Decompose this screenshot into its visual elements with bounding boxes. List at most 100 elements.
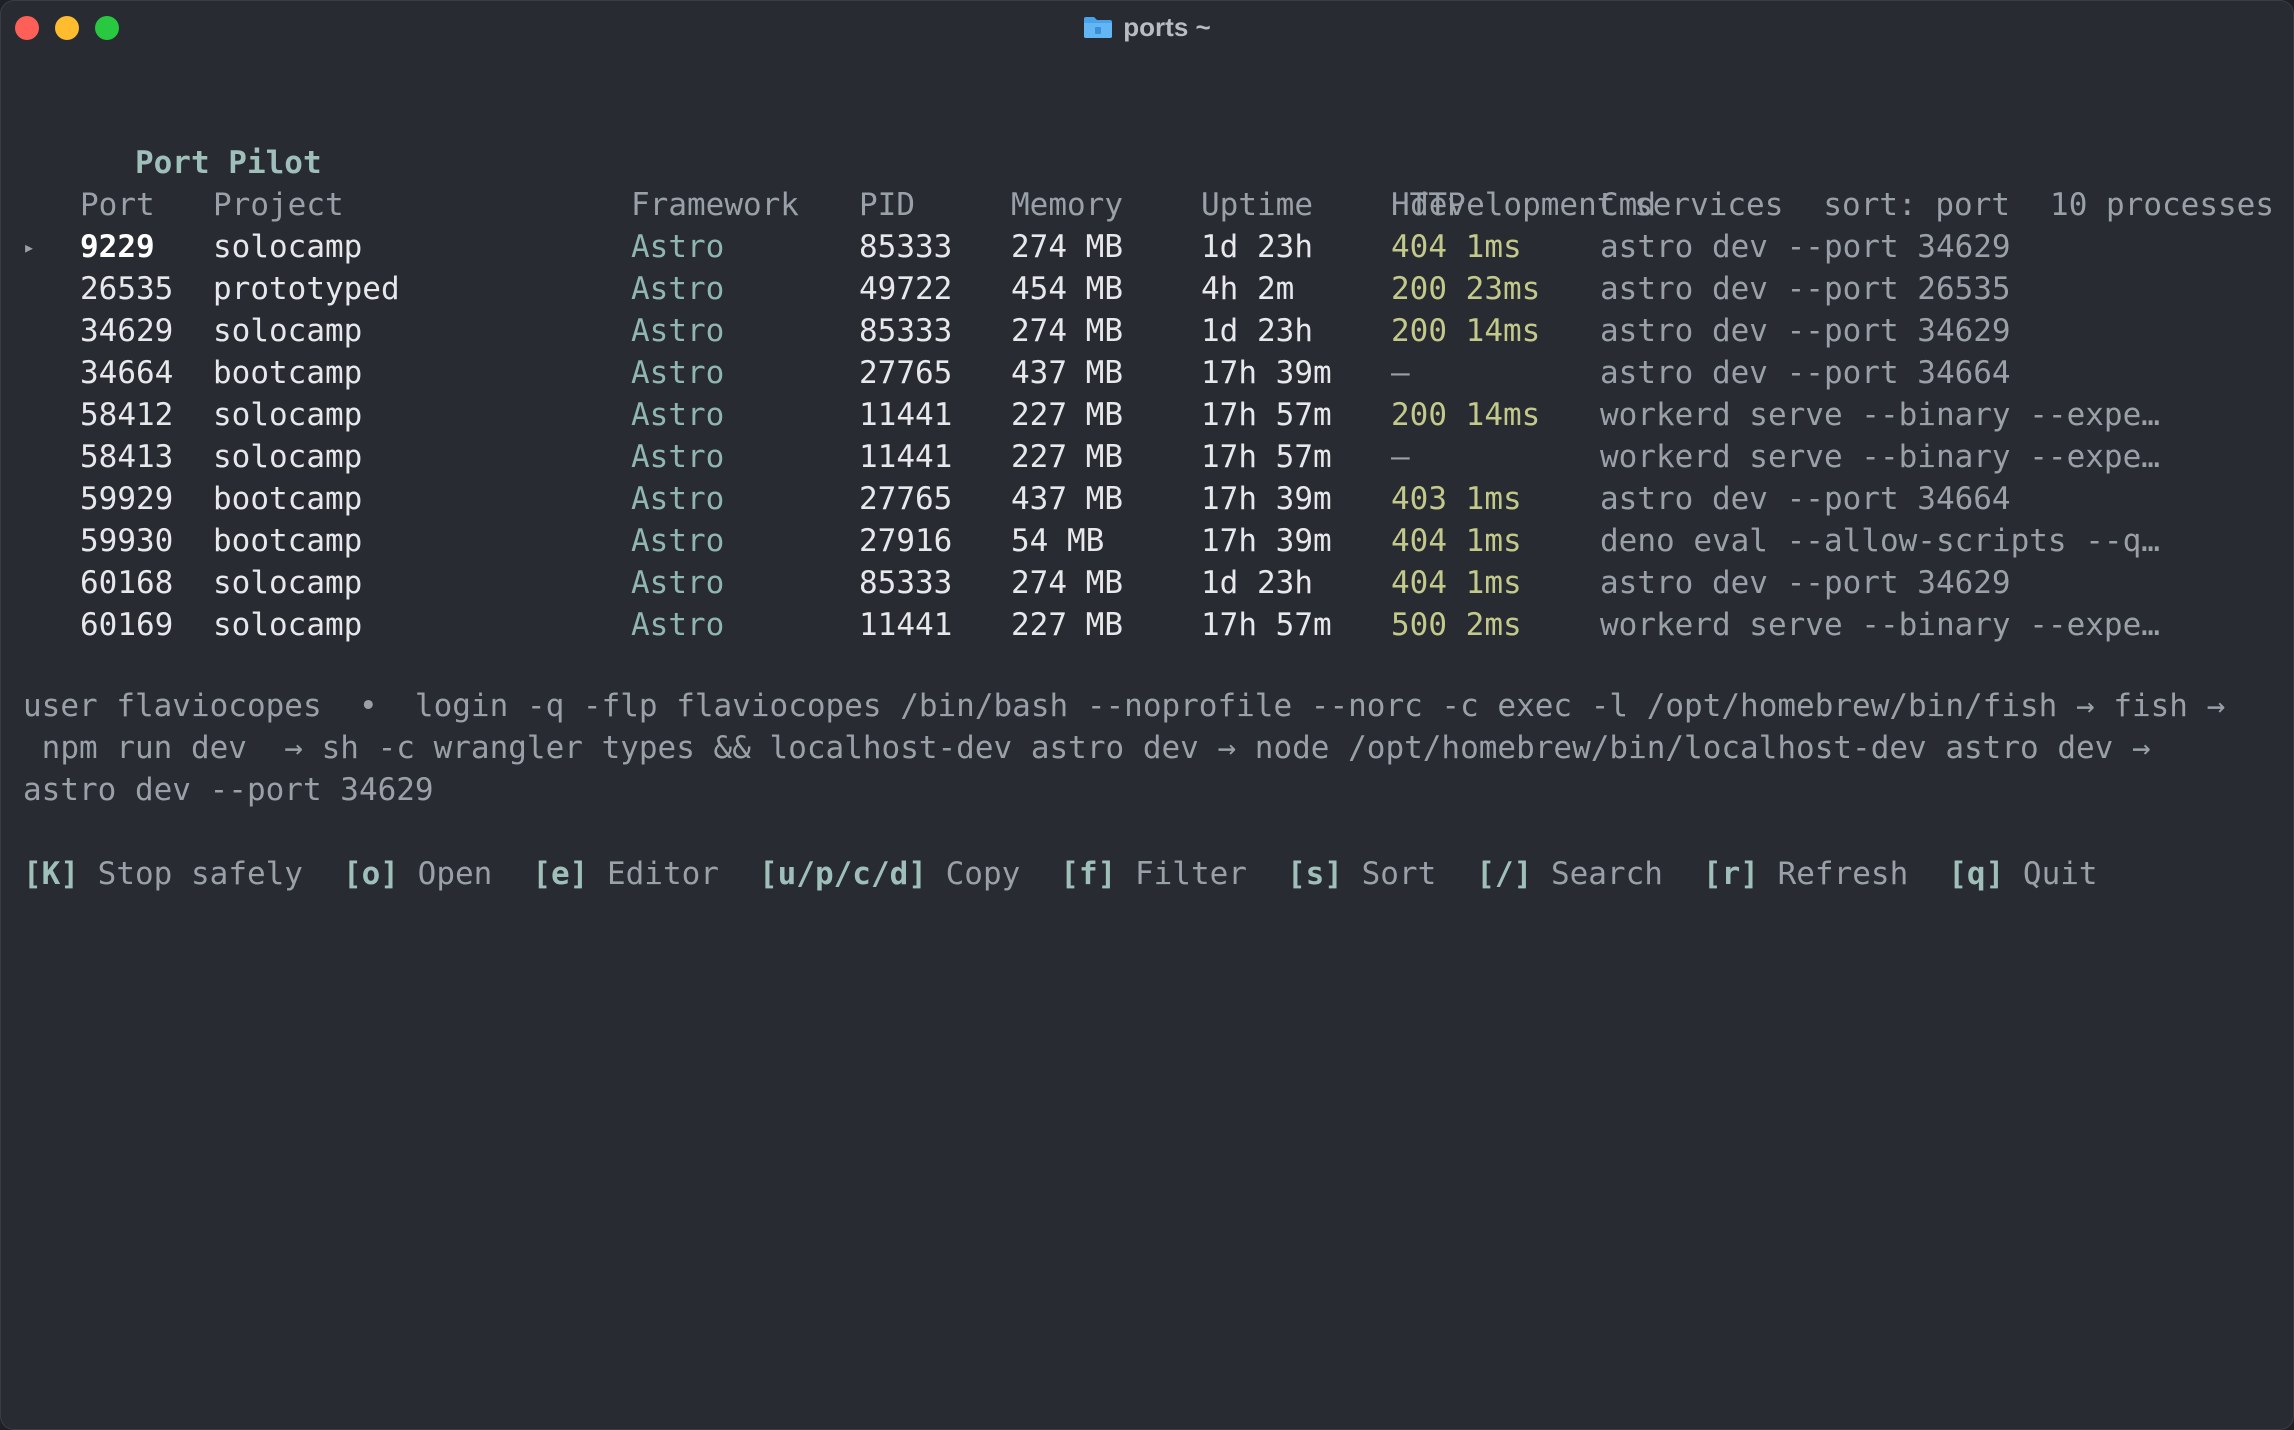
cell-memory: 274 MB xyxy=(1011,565,1123,601)
cell-framework: Astro xyxy=(631,523,725,559)
keybinding-sort[interactable]: [s] Sort xyxy=(1287,856,1436,892)
cell-pid: 11441 xyxy=(859,397,953,433)
keybinding-copy[interactable]: [u/p/c/d] Copy xyxy=(759,856,1020,892)
cell-pid: 27765 xyxy=(859,355,953,391)
cell-pid: 27765 xyxy=(859,481,953,517)
keybinding-filter[interactable]: [f] Filter xyxy=(1060,856,1247,892)
cell-cmd: astro dev --port 26535 xyxy=(1600,271,2011,307)
cell-framework: Astro xyxy=(631,355,725,391)
cell-pid: 85333 xyxy=(859,313,953,349)
column-header-uptime[interactable]: Uptime xyxy=(1201,184,1313,226)
cell-framework: Astro xyxy=(631,271,725,307)
table-row[interactable]: 60169 solocamp Astro 11441 227 MB 17h 57m 500 … xyxy=(23,604,2274,646)
process-tree-line-1: user flaviocopes • login -q -flp flavioc… xyxy=(23,688,2226,724)
keybinding-quit[interactable]: [q] Quit xyxy=(1948,856,2097,892)
keybinding-key: [q] xyxy=(1948,856,2005,892)
keybinding-stop-safely[interactable]: [K] Stop safely xyxy=(23,856,303,892)
column-header-project[interactable]: Project xyxy=(213,184,344,226)
cell-port: 34664 xyxy=(80,355,174,391)
cell-project: bootcamp xyxy=(213,523,363,559)
keybinding-label: Open xyxy=(417,856,493,892)
cell-memory: 227 MB xyxy=(1011,397,1123,433)
keybinding-label: Quit xyxy=(2022,856,2098,892)
keybinding-key: [f] xyxy=(1060,856,1117,892)
column-header-port[interactable]: Port xyxy=(80,184,155,226)
column-header-pid[interactable]: PID xyxy=(859,184,915,226)
cell-port: 34629 xyxy=(80,313,174,349)
cell-http: 500 2ms xyxy=(1391,607,1522,643)
table-row[interactable]: 60168 solocamp Astro 85333 274 MB 1d 23h 404 1… xyxy=(23,562,2274,604)
table-row[interactable]: 34664 bootcamp Astro 27765 437 MB 17h 39m — ast… xyxy=(23,352,2274,394)
keybinding-open[interactable]: [o] Open xyxy=(343,856,492,892)
keybinding-search[interactable]: [/] Search xyxy=(1476,856,1663,892)
cell-port: 60169 xyxy=(80,607,174,643)
keybinding-key: [/] xyxy=(1476,856,1533,892)
column-header-memory[interactable]: Memory xyxy=(1011,184,1123,226)
app-title: Port Pilot xyxy=(134,145,322,181)
keybinding-footer: [K] Stop safely [o] Open [e] Editor [u/p/c/… xyxy=(23,853,2138,895)
column-header-http[interactable]: HTTP xyxy=(1391,184,1466,226)
keybinding-key: [s] xyxy=(1286,856,1343,892)
cell-cmd: astro dev --port 34664 xyxy=(1600,355,2011,391)
process-tree-line-2: npm run dev → sh -c wrangler types && lo… xyxy=(23,730,2151,766)
cell-uptime: 17h 57m xyxy=(1201,439,1332,475)
cell-cmd: workerd serve --binary --expe… xyxy=(1600,439,2160,475)
cell-cmd: workerd serve --binary --expe… xyxy=(1600,397,2160,433)
cell-uptime: 17h 57m xyxy=(1201,397,1332,433)
cell-port: 59930 xyxy=(80,523,174,559)
cell-memory: 54 MB xyxy=(1011,523,1105,559)
cell-pid: 11441 xyxy=(859,439,953,475)
column-header-framework[interactable]: Framework xyxy=(631,184,799,226)
title-bar: ports ~ xyxy=(0,0,2294,54)
cell-framework: Astro xyxy=(631,565,725,601)
cell-uptime: 17h 39m xyxy=(1201,523,1332,559)
keybinding-editor[interactable]: [e] Editor xyxy=(532,856,719,892)
cell-project: bootcamp xyxy=(213,355,363,391)
table-row[interactable]: 59929 bootcamp Astro 27765 437 MB 17h 39m 403 … xyxy=(23,478,2274,520)
cell-framework: Astro xyxy=(631,397,725,433)
cell-port: 58413 xyxy=(80,439,174,475)
cell-pid: 11441 xyxy=(859,607,953,643)
table-row[interactable]: 26535 prototyped Astro 49722 454 MB 4h 2m 200 … xyxy=(23,268,2274,310)
keybinding-key: [o] xyxy=(342,856,399,892)
terminal-window: ports ~ Port Pilot development services s… xyxy=(0,0,2294,1430)
window-title-area: ports ~ xyxy=(0,0,2294,54)
cell-project: solocamp xyxy=(213,229,363,265)
table-row[interactable]: 58413 solocamp Astro 11441 227 MB 17h 57m — wor… xyxy=(23,436,2274,478)
keybinding-key: [K] xyxy=(23,856,79,892)
column-header-cmd[interactable]: Cmd xyxy=(1600,184,1656,226)
keybinding-label: Filter xyxy=(1134,856,1247,892)
cell-http: 404 1ms xyxy=(1391,523,1522,559)
keybinding-label: Copy xyxy=(945,856,1021,892)
cell-memory: 437 MB xyxy=(1011,481,1123,517)
cell-cmd: astro dev --port 34664 xyxy=(1600,481,2011,517)
cell-cmd: astro dev --port 34629 xyxy=(1600,565,2011,601)
cell-uptime: 17h 39m xyxy=(1201,481,1332,517)
keybinding-refresh[interactable]: [r] Refresh xyxy=(1703,856,1908,892)
process-tree-line-3: astro dev --port 34629 xyxy=(23,772,434,808)
cell-framework: Astro xyxy=(631,607,725,643)
terminal-content: Port Pilot development services sort: por… xyxy=(23,100,2274,892)
keybinding-label: Search xyxy=(1550,856,1663,892)
keybinding-key: [e] xyxy=(532,856,589,892)
cell-pid: 49722 xyxy=(859,271,953,307)
cell-framework: Astro xyxy=(631,229,725,265)
cell-project: prototyped xyxy=(213,271,400,307)
table-row[interactable]: 34629 solocamp Astro 85333 274 MB 1d 23h 200 1… xyxy=(23,310,2274,352)
table-row[interactable]: ▸ 9229 solocamp Astro 85333 274 MB 1d 23h 404 1… xyxy=(23,226,2274,268)
cell-http: 200 14ms xyxy=(1391,397,1541,433)
cell-project: bootcamp xyxy=(213,481,363,517)
cell-cmd: astro dev --port 34629 xyxy=(1600,313,2011,349)
table-header: Port Project Framework PID Memory Uptime… xyxy=(23,184,2274,226)
cell-project: solocamp xyxy=(213,313,363,349)
cell-port: 9229 xyxy=(80,229,155,265)
table-row[interactable]: 58412 solocamp Astro 11441 227 MB 17h 57m 200 … xyxy=(23,394,2274,436)
cell-pid: 27916 xyxy=(859,523,953,559)
cell-framework: Astro xyxy=(631,439,725,475)
cell-uptime: 1d 23h xyxy=(1201,313,1313,349)
cell-http: 200 23ms xyxy=(1391,271,1541,307)
cell-port: 60168 xyxy=(80,565,174,601)
table-row[interactable]: 59930 bootcamp Astro 27916 54 MB 17h 39m 404 1… xyxy=(23,520,2274,562)
keybinding-label: Refresh xyxy=(1777,856,1909,892)
folder-icon xyxy=(1084,17,1113,38)
